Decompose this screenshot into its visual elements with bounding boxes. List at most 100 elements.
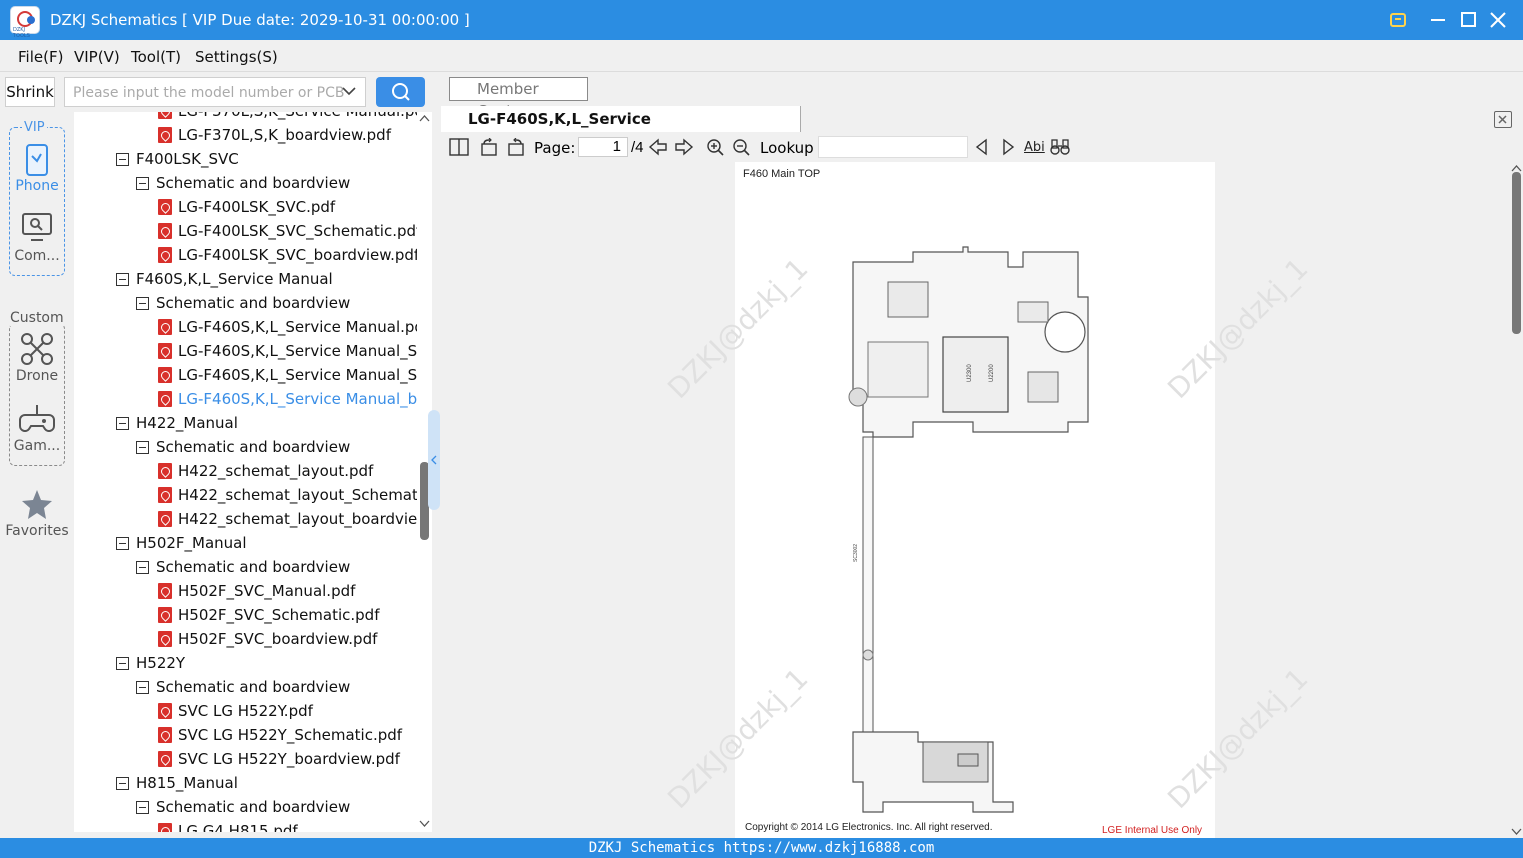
tree-folder-item[interactable]: F460S,K,L_Service Manual	[74, 268, 419, 292]
menu-vip[interactable]: VIP(V)	[74, 48, 120, 66]
phone-label[interactable]: Phone	[9, 178, 65, 194]
menu-settings[interactable]: Settings(S)	[195, 48, 278, 66]
collapse-icon[interactable]	[116, 273, 129, 286]
scroll-up-icon[interactable]	[419, 114, 430, 124]
tree-file-item[interactable]: SVC LG H522Y.pdf	[74, 700, 419, 724]
rotate-right-icon[interactable]	[506, 138, 526, 156]
tree-item-label: SVC LG H522Y.pdf	[178, 702, 313, 720]
page-number-input[interactable]: 1	[578, 137, 628, 157]
tree-folder-item[interactable]: Schematic and boardview	[74, 292, 419, 316]
scroll-down-icon[interactable]	[419, 818, 430, 828]
collapse-icon[interactable]	[116, 657, 129, 670]
tree-file-item[interactable]: LG-F460S,K,L_Service Manual.pdf	[74, 316, 429, 340]
tree-file-item[interactable]: LG-F370L,S,K_Service Manual.pdf	[74, 112, 429, 124]
collapse-icon[interactable]	[136, 297, 149, 310]
tree-folder-item[interactable]: Schematic and boardview	[74, 796, 419, 820]
menu-file[interactable]: File(F)	[18, 48, 63, 66]
maximize-icon[interactable]	[1454, 6, 1482, 34]
pdf-file-icon	[158, 223, 172, 239]
pdf-file-icon	[158, 583, 172, 599]
zoom-out-icon[interactable]	[731, 138, 751, 156]
close-icon[interactable]	[1484, 6, 1512, 34]
tree-file-item[interactable]: H502F_SVC_boardview.pdf	[74, 628, 419, 652]
find-previous-icon[interactable]	[972, 138, 992, 156]
collapse-icon[interactable]	[136, 177, 149, 190]
viewer-scroll-thumb[interactable]	[1512, 172, 1521, 334]
computer-icon[interactable]	[19, 210, 55, 246]
page-label: Page:	[534, 139, 576, 157]
vip-badge-icon[interactable]	[1384, 6, 1412, 34]
member-center-button[interactable]: Member Center	[449, 77, 588, 120]
pdf-viewer[interactable]: F460 Main TOP U2300 U2200 SC3002 Copyrig…	[441, 162, 1509, 838]
tree-folder-item[interactable]: Schematic and boardview	[74, 556, 419, 580]
tree-file-item[interactable]: LG-F400LSK_SVC_Schematic.pdf	[74, 220, 421, 244]
pdf-file-icon	[158, 511, 172, 527]
zoom-in-icon[interactable]	[705, 138, 725, 156]
tree-file-item[interactable]: LG-F460S,K,L_Service Manual_boardv	[74, 388, 431, 412]
next-page-icon[interactable]	[674, 138, 694, 156]
collapse-panel-handle[interactable]	[428, 410, 440, 510]
search-icon	[392, 83, 410, 101]
collapse-icon[interactable]	[116, 537, 129, 550]
tree-folder-item[interactable]: Schematic and boardview	[74, 436, 419, 460]
pdf-file-icon	[158, 463, 172, 479]
game-label[interactable]: Gam...	[9, 438, 65, 454]
tree-folder-item[interactable]: H502F_Manual	[74, 532, 419, 556]
minimize-icon[interactable]	[1424, 6, 1452, 34]
collapse-icon[interactable]	[136, 681, 149, 694]
tree-file-item[interactable]: LG-F370L,S,K_boardview.pdf	[74, 124, 419, 148]
tree-folder-item[interactable]: H815_Manual	[74, 772, 419, 796]
tree-item-label: H522Y	[136, 654, 186, 672]
computer-label[interactable]: Com...	[9, 248, 65, 264]
shrink-button[interactable]: Shrink	[5, 77, 55, 107]
tree-file-item[interactable]: LG-F460S,K,L_Service Manual_SUB bo	[74, 340, 431, 364]
phone-icon[interactable]	[19, 142, 55, 178]
collapse-icon[interactable]	[136, 801, 149, 814]
tree-file-item[interactable]: LG-F460S,K,L_Service Manual_Schem	[74, 364, 431, 388]
tree-file-item[interactable]: SVC LG H522Y_boardview.pdf	[74, 748, 419, 772]
tree-file-item[interactable]: LG-F400LSK_SVC.pdf	[74, 196, 419, 220]
previous-page-icon[interactable]	[648, 138, 668, 156]
lookup-input[interactable]	[818, 136, 968, 158]
tree-folder-item[interactable]: Schematic and boardview	[74, 172, 419, 196]
find-all-binoculars-icon[interactable]	[1050, 138, 1070, 156]
favorites-label[interactable]: Favorites	[0, 523, 74, 539]
tree-file-item[interactable]: H502F_SVC_Schematic.pdf	[74, 604, 419, 628]
match-case-icon[interactable]: Abi	[1024, 140, 1045, 155]
menu-tool[interactable]: Tool(T)	[131, 48, 181, 66]
tree-folder-item[interactable]: H422_Manual	[74, 412, 419, 436]
tree-file-item[interactable]: LG-F400LSK_SVC_boardview.pdf	[74, 244, 419, 268]
find-next-icon[interactable]	[998, 138, 1018, 156]
tree-item-label: LG-F460S,K,L_Service Manual_boardv	[178, 390, 432, 408]
gamepad-icon[interactable]	[19, 401, 55, 437]
scroll-down-icon[interactable]	[1511, 826, 1522, 836]
drone-icon[interactable]	[19, 331, 55, 367]
search-input[interactable]: Please input the model number or PCB	[64, 77, 366, 107]
tree-folder-item[interactable]: F400LSK_SVC	[74, 148, 419, 172]
tree-file-item[interactable]: H422_schemat_layout_boardview.pd	[74, 508, 431, 532]
document-tab[interactable]: LG-F460S,K,L_Service Manual_boardview.pd…	[441, 106, 801, 154]
collapse-icon[interactable]	[116, 153, 129, 166]
tree-folder-item[interactable]: H522Y	[74, 652, 419, 676]
search-button[interactable]	[376, 77, 425, 107]
file-tree[interactable]: LG-F370L,S,K_Service Manual.pdf LG-F370L,…	[74, 112, 432, 832]
rotate-left-icon[interactable]	[479, 138, 499, 156]
tree-file-item[interactable]: H422_schemat_layout_Schematic.pdf	[74, 484, 431, 508]
lookup-label: Lookup	[760, 139, 814, 157]
chevron-down-icon[interactable]	[340, 82, 358, 100]
tree-file-item[interactable]: H502F_SVC_Manual.pdf	[74, 580, 419, 604]
sidebar-toggle-icon[interactable]	[449, 138, 469, 156]
tree-file-item[interactable]: LG G4 H815.pdf	[74, 820, 419, 832]
close-tab-icon[interactable]	[1494, 111, 1512, 128]
collapse-icon[interactable]	[136, 441, 149, 454]
collapse-icon[interactable]	[136, 561, 149, 574]
tree-item-label: Schematic and boardview	[156, 798, 351, 816]
tree-item-label: LG-F460S,K,L_Service Manual.pdf	[178, 318, 430, 336]
tree-file-item[interactable]: SVC LG H522Y_Schematic.pdf	[74, 724, 419, 748]
tree-file-item[interactable]: H422_schemat_layout.pdf	[74, 460, 419, 484]
tree-folder-item[interactable]: Schematic and boardview	[74, 676, 419, 700]
star-icon[interactable]	[19, 487, 55, 523]
drone-label[interactable]: Drone	[9, 368, 65, 384]
collapse-icon[interactable]	[116, 417, 129, 430]
collapse-icon[interactable]	[116, 777, 129, 790]
